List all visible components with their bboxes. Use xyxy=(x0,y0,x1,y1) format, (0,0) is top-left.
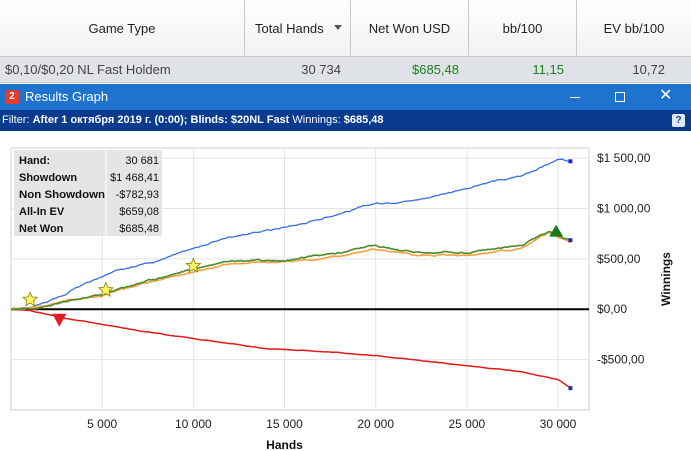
y-tick-label: $500,00 xyxy=(597,252,641,266)
y-tick-label: $0,00 xyxy=(597,302,627,316)
filter-bar: Filter: After 1 октября 2019 г. (0:00); … xyxy=(0,110,691,131)
series-end-marker xyxy=(568,238,573,243)
column-header-bb100[interactable]: bb/100 xyxy=(469,0,577,57)
column-label: EV bb/100 xyxy=(603,21,665,36)
stats-table-header: Game Type Total Hands Net Won USD bb/100… xyxy=(0,0,691,57)
stats-value: $685,48 xyxy=(119,223,159,235)
column-label: bb/100 xyxy=(502,21,543,36)
series-end-marker xyxy=(568,159,573,164)
column-header-ev-bb100[interactable]: EV bb/100 xyxy=(577,0,691,57)
close-icon: ✕ xyxy=(659,87,673,104)
stats-label: Hand: xyxy=(19,155,50,167)
app-root: Game Type Total Hands Net Won USD bb/100… xyxy=(0,0,691,451)
column-header-net-won[interactable]: Net Won USD xyxy=(351,0,469,57)
series-end-marker xyxy=(568,386,573,391)
stats-label: Showdown xyxy=(19,172,77,184)
x-axis-label: Hands xyxy=(266,438,303,451)
x-tick-label: 10 000 xyxy=(175,417,212,431)
maximize-button[interactable] xyxy=(600,84,640,110)
stats-label: Non Showdown xyxy=(19,189,105,201)
cell-bb100: 11,15 xyxy=(532,62,564,77)
sort-desc-icon[interactable] xyxy=(334,25,342,30)
stats-label: All-In EV xyxy=(19,206,65,218)
column-label: Game Type xyxy=(88,21,156,36)
filter-label: Filter: xyxy=(2,114,30,126)
window-title: Results Graph xyxy=(25,89,109,104)
stats-value: -$782,93 xyxy=(116,189,159,201)
cell-game-type: $0,10/$0,20 NL Fast Holdem xyxy=(5,62,171,77)
results-graph: 5 000 10 000 15 000 20 000 25 000 30 000 $1 50… xyxy=(0,131,691,451)
maximize-icon xyxy=(615,92,625,102)
app-icon: 2 xyxy=(5,90,19,104)
stats-label: Net Won xyxy=(19,223,64,235)
cell-ev-bb100: 10,72 xyxy=(632,62,665,77)
x-tick-label: 30 000 xyxy=(540,417,577,431)
cell-net-won: $685,48 xyxy=(412,62,459,77)
x-tick-label: 20 000 xyxy=(357,417,394,431)
close-button[interactable]: ✕ xyxy=(645,84,685,110)
x-tick-label: 15 000 xyxy=(266,417,303,431)
y-tick-label: $1 500,00 xyxy=(597,151,651,165)
cell-total-hands: 30 734 xyxy=(301,62,341,77)
stats-value: $1 468,41 xyxy=(110,172,159,184)
y-tick-label: -$500,00 xyxy=(597,353,645,367)
filter-value: After 1 октября 2019 г. (0:00); Blinds: … xyxy=(32,114,290,126)
x-tick-label: 25 000 xyxy=(448,417,485,431)
results-graph-titlebar[interactable]: 2 Results Graph ✕ xyxy=(0,84,691,110)
x-tick-label: 5 000 xyxy=(87,417,117,431)
column-label: Net Won USD xyxy=(368,21,451,36)
winnings-label: Winnings: xyxy=(292,114,341,126)
column-header-total-hands[interactable]: Total Hands xyxy=(245,0,351,57)
column-header-game-type[interactable]: Game Type xyxy=(0,0,245,57)
winnings-value: $685,48 xyxy=(343,114,384,126)
stats-value: 30 681 xyxy=(125,155,159,167)
y-axis-label: Winnings xyxy=(659,252,673,306)
results-chart: 5 000 10 000 15 000 20 000 25 000 30 000 $1 50… xyxy=(10,147,673,451)
minimize-icon xyxy=(570,97,580,98)
table-row[interactable]: $0,10/$0,20 NL Fast Holdem 30 734 $685,4… xyxy=(0,57,691,83)
y-tick-label: $1 000,00 xyxy=(597,201,651,215)
minimize-button[interactable] xyxy=(555,84,595,110)
stats-value: $659,08 xyxy=(119,206,159,218)
column-label: Total Hands xyxy=(255,21,324,36)
help-icon[interactable]: ? xyxy=(672,114,685,127)
